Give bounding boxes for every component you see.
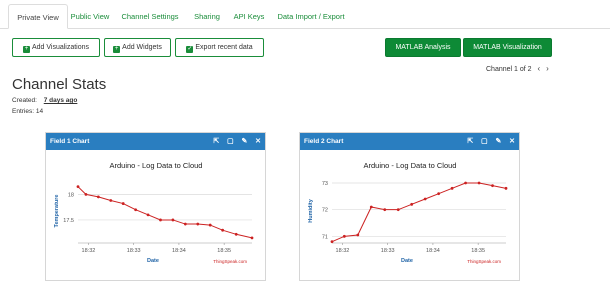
tab-channel-settings[interactable]: Channel Settings [118,4,182,29]
data-point [208,223,212,227]
chevron-left-icon[interactable]: ‹ [538,64,541,73]
data-point [356,233,360,237]
add-widgets-button[interactable]: + Add Widgets [104,38,171,57]
data-point [183,222,187,226]
data-point [437,192,441,196]
data-point [396,208,400,212]
x-axis-label: Date [401,258,413,264]
chart-credit: ThingSpeak.com [467,259,501,264]
matlab-visualization-button[interactable]: MATLAB Visualization [463,38,552,57]
y-tick-label: 71 [322,234,328,240]
data-point [84,192,88,196]
card-title: Field 1 Chart [50,138,90,145]
chart-credit: ThingSpeak.com [213,259,247,264]
x-tick-label: 18:32 [336,248,350,254]
page-title: Channel Stats [12,76,107,93]
card-header: Field 1 Chart ⇱ ▢ ✎ ✕ [46,133,265,150]
check-icon: ✓ [186,46,194,53]
x-tick-label: 18:33 [127,248,141,254]
comment-icon[interactable]: ▢ [227,138,234,145]
data-point [383,208,387,212]
data-point [109,199,113,202]
series-line [331,182,507,243]
x-axis-label: Date [147,258,159,264]
data-point [410,202,414,206]
chart-title: Arduino - Log Data to Cloud [110,161,203,170]
add-visualizations-button[interactable]: + Add Visualizations [12,38,100,57]
external-link-icon[interactable]: ⇱ [213,138,219,145]
data-point [171,218,175,222]
data-point [330,240,334,244]
y-axis-label: Humidity [308,198,314,222]
field-2-chart: Arduino - Log Data to Cloud 71 72 73 18:32 18… [308,161,508,264]
pencil-icon[interactable]: ✎ [495,138,501,145]
data-point [146,213,150,217]
entries-label: Entries: [12,108,35,115]
created-value: 7 days ago [43,97,78,104]
card-header: Field 2 Chart ⇱ ▢ ✎ ✕ [300,133,519,150]
x-tick-label: 18:35 [471,248,485,254]
y-tick-label: 73 [322,181,328,187]
export-recent-data-button[interactable]: ✓ Export recent data [175,38,264,57]
matlab-analysis-button[interactable]: MATLAB Analysis [385,38,461,57]
data-point [234,232,238,236]
data-point [196,222,200,226]
tab-bar: Private View Public View Channel Setting… [0,0,610,29]
field-1-chart-card: Field 1 Chart ⇱ ▢ ✎ ✕ Arduino - Log Data… [45,132,266,281]
data-point [121,202,125,205]
channel-pager-label: Channel 1 of 2 [486,66,532,73]
data-point [76,185,80,189]
field-2-chart-card: Field 2 Chart ⇱ ▢ ✎ ✕ Arduino - Log Data… [299,132,520,281]
entries-row: Entries: 14 [12,108,43,115]
created-label: Created: [12,97,37,104]
x-tick-label: 18:34 [172,248,186,254]
close-icon[interactable]: ✕ [509,138,515,145]
entries-value: 14 [35,108,44,115]
plus-icon: + [22,46,30,53]
tab-sharing[interactable]: Sharing [188,4,226,29]
chevron-right-icon[interactable]: › [546,64,549,73]
comment-icon[interactable]: ▢ [481,138,488,145]
x-tick-label: 18:34 [426,248,440,254]
tab-private-view[interactable]: Private View [8,4,68,29]
data-point [250,236,254,240]
y-tick-label: 18 [68,192,74,198]
y-axis-label: Temperature [54,195,60,228]
channel-pager: Channel 1 of 2 ‹ › [486,64,549,73]
card-title: Field 2 Chart [304,138,344,145]
y-tick-label: 72 [322,208,328,214]
y-tick-label: 17.5 [63,218,74,224]
tab-data-import-export[interactable]: Data Import / Export [274,4,348,29]
data-point [96,195,100,199]
data-point [491,184,494,188]
x-tick-label: 18:35 [217,248,231,254]
tab-public-view[interactable]: Public View [68,4,112,29]
data-point [477,181,481,185]
created-row: Created: 7 days ago [12,97,77,104]
data-point [423,197,427,201]
data-point [464,181,467,185]
data-point [221,228,225,232]
data-point [504,186,508,190]
data-point [159,218,162,222]
chart-title: Arduino - Log Data to Cloud [364,161,457,170]
tab-api-keys[interactable]: API Keys [230,4,268,29]
plus-icon: + [113,46,121,53]
x-tick-label: 18:33 [381,248,395,254]
data-point [134,208,138,212]
data-point [450,186,454,190]
pencil-icon[interactable]: ✎ [241,138,247,145]
field-1-chart: Arduino - Log Data to Cloud 17.5 18 18:32 18… [54,161,254,264]
x-tick-label: 18:32 [82,248,96,254]
data-point [342,234,346,238]
data-point [369,205,373,209]
external-link-icon[interactable]: ⇱ [467,138,473,145]
close-icon[interactable]: ✕ [255,138,261,145]
